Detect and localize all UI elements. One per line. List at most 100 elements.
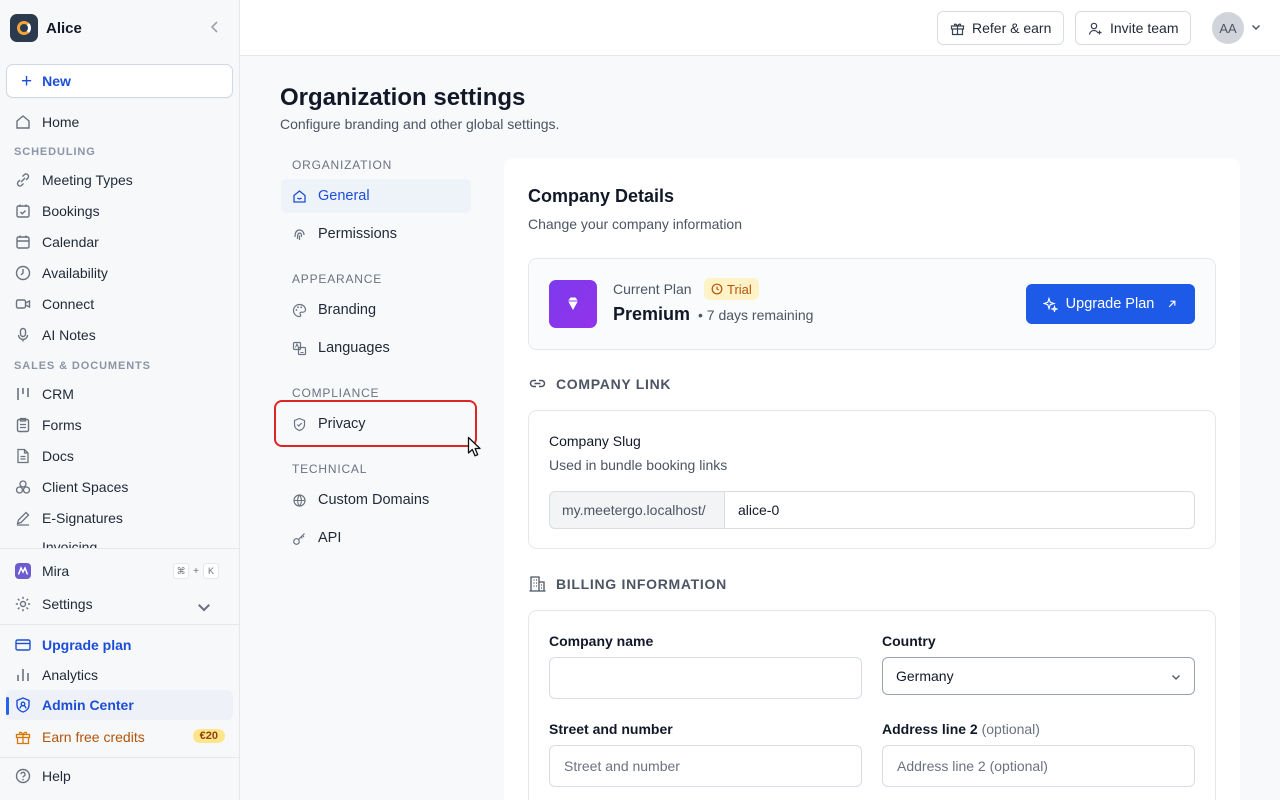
settings-nav-label: Permissions xyxy=(318,226,397,242)
settings-nav-permissions[interactable]: Permissions xyxy=(281,217,471,251)
invite-team-button[interactable]: Invite team xyxy=(1075,11,1192,45)
calendar-icon xyxy=(16,235,30,249)
privacy-highlight-box xyxy=(274,400,477,447)
sidebar-item-e-signatures[interactable]: E-Signatures xyxy=(6,503,233,533)
credit-badge: €20 xyxy=(192,729,225,743)
link-icon xyxy=(16,173,30,187)
sidebar-item-label: Help xyxy=(42,768,71,784)
sidebar-item-settings[interactable]: Settings xyxy=(6,589,233,619)
company-link-title: COMPANY LINK xyxy=(556,375,672,392)
shortcut-key: ⌘ xyxy=(173,563,190,579)
trial-badge-label: Trial xyxy=(727,281,752,297)
settings-nav-custom-domains[interactable]: Custom Domains xyxy=(281,483,471,517)
new-button[interactable]: + New xyxy=(6,64,233,98)
active-indicator xyxy=(6,697,9,715)
settings-nav-branding[interactable]: Branding xyxy=(281,293,471,327)
refer-earn-button[interactable]: Refer & earn xyxy=(937,11,1065,45)
user-avatar[interactable]: AA xyxy=(1212,12,1244,44)
chevron-down-icon xyxy=(198,604,210,612)
fingerprint-icon xyxy=(294,228,305,240)
new-button-label: New xyxy=(42,73,71,89)
sidebar-item-invoicing[interactable]: Invoicing xyxy=(6,540,233,548)
sidebar-item-label: Connect xyxy=(42,296,95,312)
sidebar-item-earn-credits[interactable]: Earn free credits €20 xyxy=(6,722,233,752)
billing-information-title: BILLING INFORMATION xyxy=(556,575,727,592)
sidebar-item-bookings[interactable]: Bookings xyxy=(6,196,233,226)
sidebar-item-help[interactable]: Help xyxy=(6,761,233,791)
gear-icon xyxy=(15,596,31,612)
address2-label: Address line 2 (optional) xyxy=(882,721,1040,737)
sidebar-item-docs[interactable]: Docs xyxy=(6,441,233,471)
workspace-logo xyxy=(10,14,38,42)
sidebar-item-availability[interactable]: Availability xyxy=(6,258,233,288)
upgrade-plan-button[interactable]: Upgrade Plan xyxy=(1026,284,1195,324)
sidebar-item-admin-center[interactable]: Admin Center xyxy=(6,690,233,720)
settings-nav-api[interactable]: API xyxy=(281,521,471,555)
shortcut-plus: + xyxy=(193,565,199,577)
settings-section-organization: ORGANIZATION xyxy=(292,158,393,172)
sidebar-item-label: Client Spaces xyxy=(42,479,129,495)
settings-section-technical: TECHNICAL xyxy=(292,462,368,476)
street-input[interactable] xyxy=(549,745,862,787)
company-details-title: Company Details xyxy=(528,186,675,206)
sidebar-item-connect[interactable]: Connect xyxy=(6,289,233,319)
sidebar-item-label: Invoicing xyxy=(42,540,98,548)
refer-earn-label: Refer & earn xyxy=(972,20,1052,36)
settings-nav-general[interactable]: General xyxy=(281,179,471,213)
slug-prefix: my.meetergo.localhost/ xyxy=(549,491,725,529)
sidebar-item-meeting-types[interactable]: Meeting Types xyxy=(6,165,233,195)
credit-card-icon xyxy=(15,639,31,651)
chevron-down-icon xyxy=(1172,675,1180,680)
sidebar-item-client-spaces[interactable]: Client Spaces xyxy=(6,472,233,502)
cubes-icon xyxy=(15,480,31,494)
invite-team-label: Invite team xyxy=(1110,20,1179,36)
document-icon xyxy=(17,448,29,464)
page-title: Organization settings xyxy=(280,84,526,111)
section-scheduling: SCHEDULING xyxy=(14,146,96,158)
company-details-subtitle: Change your company information xyxy=(528,216,743,232)
sidebar-item-ai-notes[interactable]: AI Notes xyxy=(6,320,233,350)
help-icon xyxy=(15,768,31,784)
sidebar-item-label: Forms xyxy=(42,417,82,433)
kanban-icon xyxy=(17,388,29,400)
address2-input[interactable] xyxy=(882,745,1195,787)
sidebar-item-home[interactable]: Home xyxy=(6,107,233,137)
clock-icon xyxy=(15,265,31,281)
palette-icon xyxy=(292,303,307,317)
company-slug-label: Company Slug xyxy=(549,433,641,449)
sidebar-divider xyxy=(0,624,239,625)
sidebar-item-upgrade-plan[interactable]: Upgrade plan xyxy=(6,630,233,660)
sidebar-item-label: Settings xyxy=(42,596,93,612)
keyboard-shortcut: ⌘ + K xyxy=(173,563,219,579)
settings-section-compliance: COMPLIANCE xyxy=(292,386,380,400)
sidebar-item-mira[interactable]: Mira ⌘ + K xyxy=(6,556,233,586)
country-select[interactable]: Germany xyxy=(882,657,1195,695)
sidebar-item-label: Availability xyxy=(42,265,108,281)
sidebar-item-calendar[interactable]: Calendar xyxy=(6,227,233,257)
country-value: Germany xyxy=(896,668,954,684)
country-label: Country xyxy=(882,633,936,649)
company-slug-input[interactable] xyxy=(724,491,1195,529)
top-bar: Refer & earn Invite team AA xyxy=(240,0,1280,56)
sidebar-item-forms[interactable]: Forms xyxy=(6,410,233,440)
sidebar-item-analytics[interactable]: Analytics xyxy=(6,660,233,690)
settings-nav-languages[interactable]: Languages xyxy=(281,331,471,365)
chevron-down-icon[interactable] xyxy=(1250,21,1262,33)
billing-information-header: BILLING INFORMATION xyxy=(528,574,727,593)
company-name-input[interactable] xyxy=(549,657,862,699)
globe-icon xyxy=(293,493,306,507)
clipboard-icon xyxy=(16,417,30,433)
address2-label-text: Address line 2 xyxy=(882,721,978,737)
settings-nav-label: Languages xyxy=(318,340,390,356)
microphone-icon xyxy=(17,327,29,342)
collapse-sidebar-icon[interactable] xyxy=(208,20,222,34)
workspace-switcher[interactable]: Alice xyxy=(10,14,230,42)
bar-chart-icon xyxy=(17,669,29,681)
building-icon xyxy=(529,576,546,592)
diamond-icon xyxy=(549,280,597,328)
sidebar-item-crm[interactable]: CRM xyxy=(6,379,233,409)
gift-icon xyxy=(950,23,965,35)
user-plus-icon xyxy=(1088,22,1102,35)
company-slug-help: Used in bundle booking links xyxy=(549,457,728,473)
sidebar-item-label: Docs xyxy=(42,448,74,464)
